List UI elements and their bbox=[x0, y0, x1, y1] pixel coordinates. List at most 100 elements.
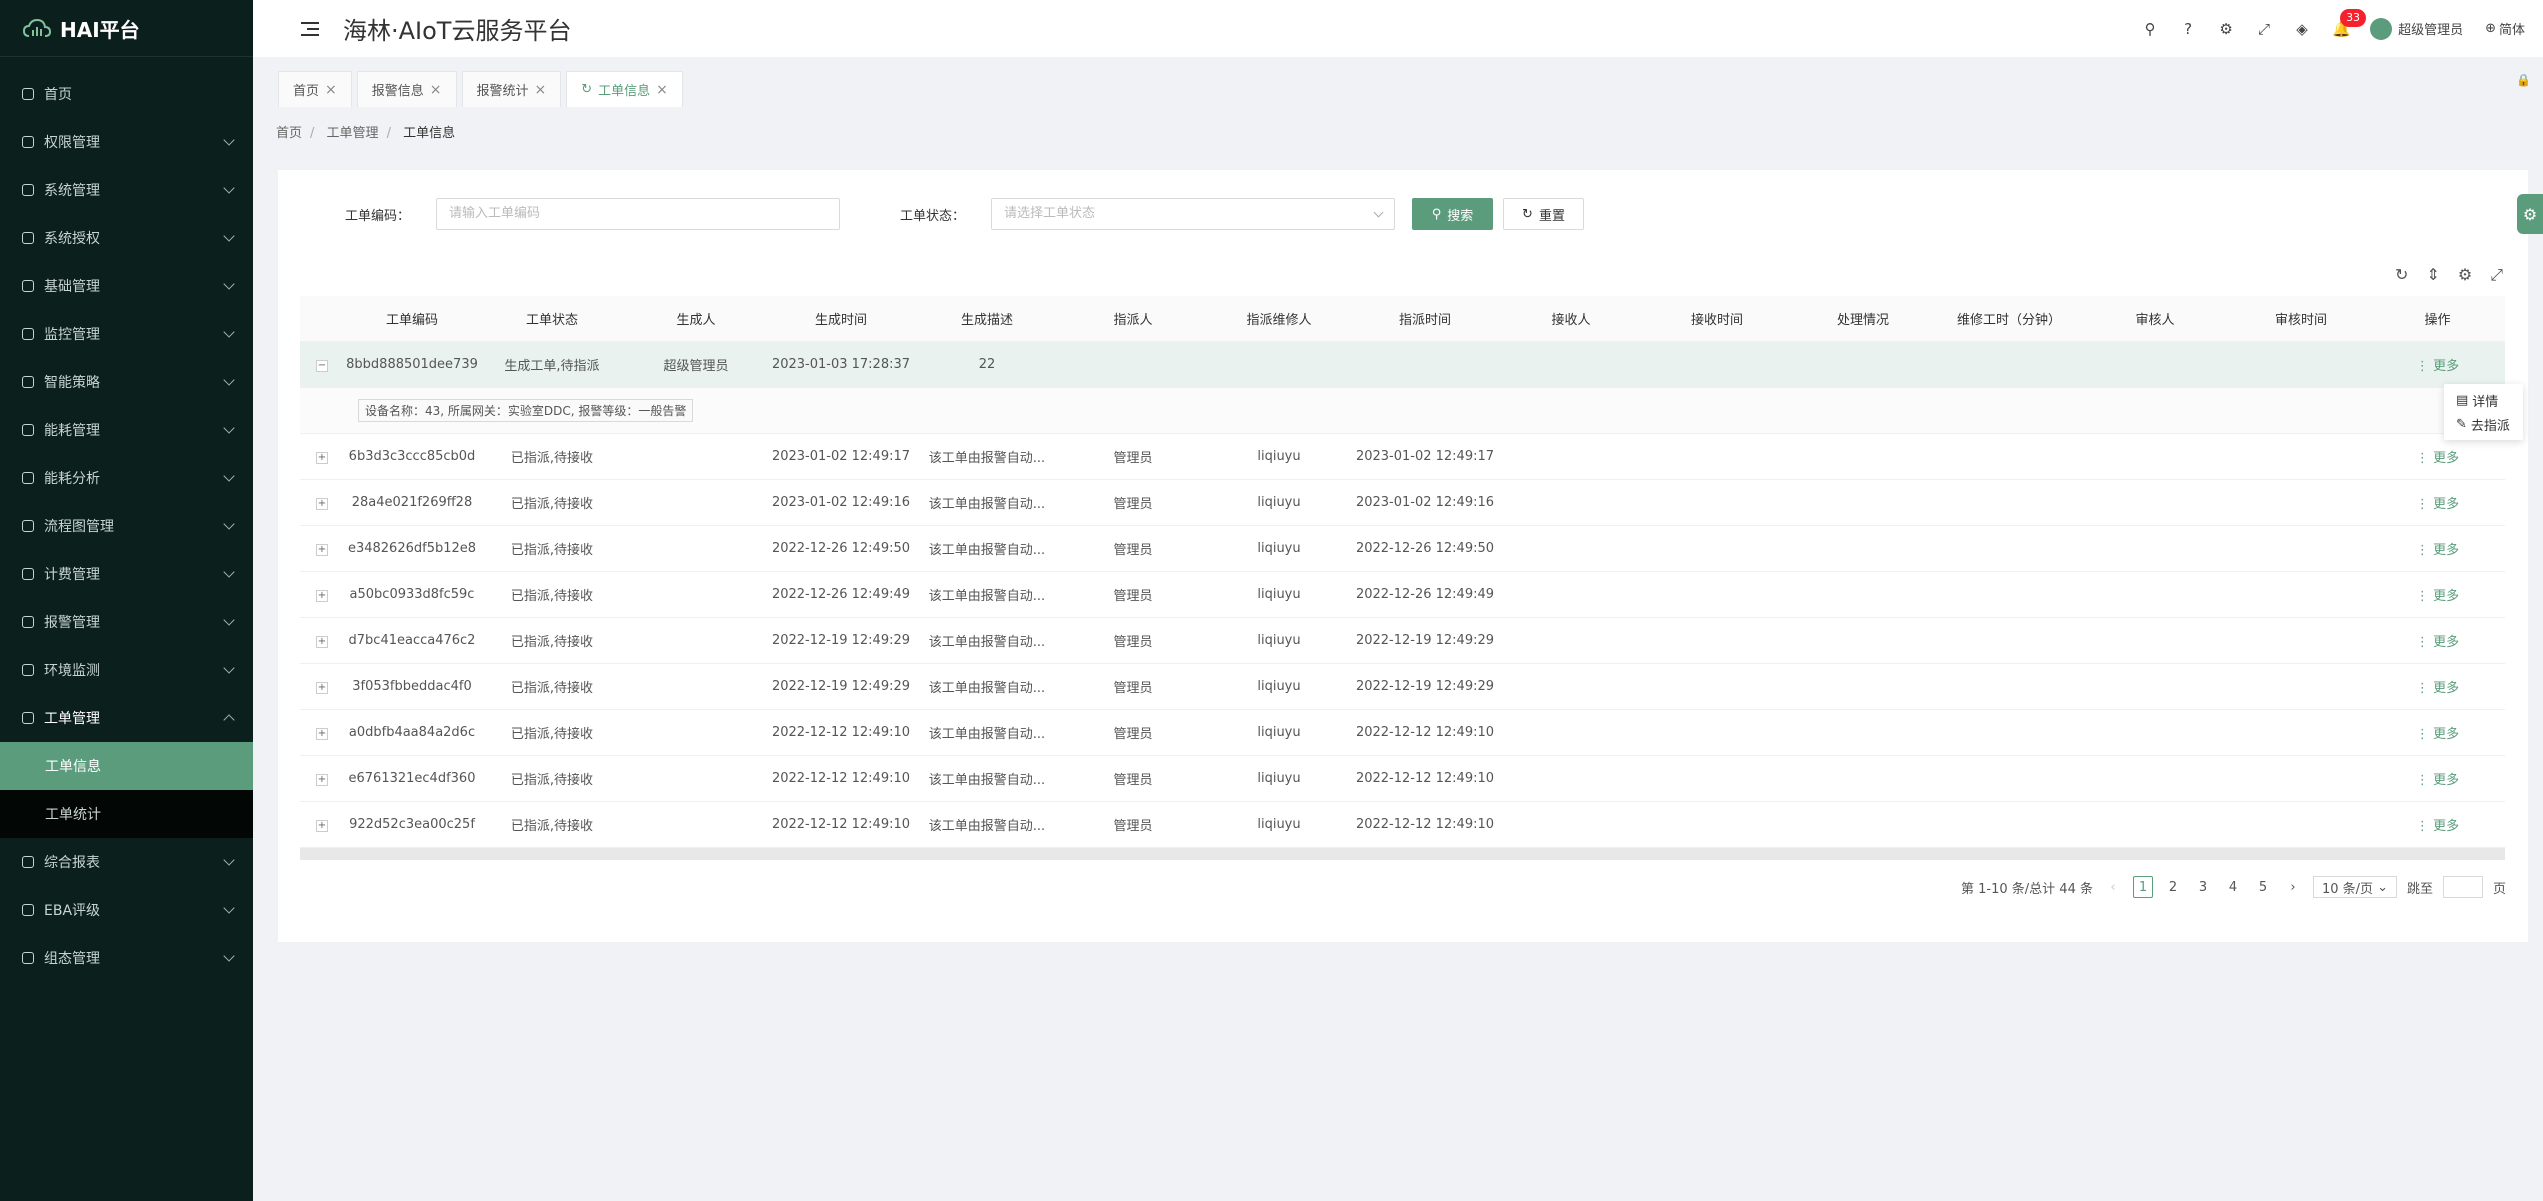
menu-fold-icon[interactable] bbox=[301, 21, 323, 37]
cell-assign_time: 2022-12-12 12:49:10 bbox=[1355, 771, 1495, 786]
table-row[interactable]: + e3482626df5b12e8 已指派,待接收 2022-12-26 12:49… bbox=[300, 526, 2505, 572]
more-button[interactable]: ⋮ 更多 bbox=[2374, 677, 2501, 696]
more-button[interactable]: ⋮ 更多 bbox=[2374, 493, 2501, 512]
table-row[interactable]: + d7bc41eacca476c2 已指派,待接收 2022-12-19 12:49… bbox=[300, 618, 2505, 664]
jump-input[interactable] bbox=[2442, 876, 2483, 898]
more-button[interactable]: ⋮ 更多 bbox=[2374, 539, 2501, 558]
more-button[interactable]: ⋮ 更多 bbox=[2374, 723, 2501, 742]
tab-home[interactable]: 首页 × bbox=[278, 71, 352, 107]
sidebar-subitem-1[interactable]: 工单统计 bbox=[0, 790, 253, 838]
cell-repairer: liqiuyu bbox=[1257, 771, 1301, 786]
tab-work-order-info[interactable]: ↻ 工单信息 × bbox=[566, 71, 683, 107]
sidebar-item-2[interactable]: 系统管理 bbox=[0, 166, 253, 214]
user-menu[interactable]: 超级管理员 bbox=[2370, 17, 2463, 40]
sidebar-item-label: 工单管理 bbox=[44, 711, 100, 727]
expand-icon[interactable]: + bbox=[316, 773, 328, 786]
page-2[interactable]: 2 bbox=[2163, 876, 2183, 898]
expand-icon[interactable]: + bbox=[316, 451, 328, 464]
next-page-icon[interactable]: › bbox=[2283, 876, 2303, 898]
page-3[interactable]: 3 bbox=[2193, 876, 2213, 898]
expand-icon[interactable]: + bbox=[316, 497, 328, 510]
table-row[interactable]: +6b3d3c3ccc85cb0d 已指派,待接收 2023-01-02 12:49… bbox=[300, 434, 2505, 480]
logo[interactable]: HAI平台 bbox=[0, 0, 253, 57]
table-row[interactable]: + a0dbfb4aa84a2d6c 已指派,待接收 2022-12-12 12:49… bbox=[300, 710, 2505, 756]
search-button[interactable]: ⚲ 搜索 bbox=[1412, 198, 1493, 230]
fullscreen-icon[interactable]: ⤢ bbox=[2256, 21, 2272, 37]
tab-alarm-stats[interactable]: 报警统计 × bbox=[461, 71, 562, 107]
collapse-icon[interactable]: − bbox=[316, 359, 328, 372]
expand-icon[interactable]: + bbox=[316, 543, 328, 556]
table-row[interactable]: +922d52c3ea00c25f 已指派,待接收 2022-12-12 12:49… bbox=[300, 802, 2505, 848]
dropdown-assign[interactable]: ✎ 去指派 bbox=[2444, 412, 2523, 436]
page-1[interactable]: 1 bbox=[2133, 876, 2153, 898]
code-input[interactable]: 请输入工单编码 bbox=[436, 198, 840, 230]
settings-icon[interactable]: ⚙ bbox=[2218, 21, 2234, 37]
prev-page-icon[interactable]: ‹ bbox=[2103, 876, 2123, 898]
expand-icon[interactable]: + bbox=[316, 681, 328, 694]
sidebar-item-11[interactable]: 报警管理 bbox=[0, 598, 253, 646]
expand-icon[interactable]: + bbox=[316, 589, 328, 602]
bell-icon[interactable]: 🔔 33 bbox=[2332, 8, 2367, 37]
reload-icon[interactable]: ↻ bbox=[2395, 265, 2408, 285]
sidebar-item-9[interactable]: 流程图管理 bbox=[0, 502, 253, 550]
table-row[interactable]: + a50bc0933d8fc59c 已指派,待接收 2022-12-26 12:49… bbox=[300, 572, 2505, 618]
sidebar-after-item-0[interactable]: 综合报表 bbox=[0, 838, 253, 886]
sidebar-item-6[interactable]: 智能策略 bbox=[0, 358, 253, 406]
breadcrumb-home[interactable]: 首页 bbox=[276, 126, 302, 141]
sidebar-item-4[interactable]: 基础管理 bbox=[0, 262, 253, 310]
help-icon[interactable]: ? bbox=[2180, 21, 2196, 37]
more-button[interactable]: ⋮ 更多 bbox=[2374, 585, 2501, 604]
more-button[interactable]: ⋮ 更多 bbox=[2374, 815, 2501, 834]
sidebar-item-12[interactable]: 环境监测 bbox=[0, 646, 253, 694]
sidebar-item-3[interactable]: 系统授权 bbox=[0, 214, 253, 262]
expand-icon[interactable]: + bbox=[316, 727, 328, 740]
search-icon[interactable]: ⚲ bbox=[2142, 21, 2158, 37]
floating-settings-button[interactable]: ⚙ bbox=[2517, 194, 2543, 234]
expand-icon[interactable]: + bbox=[316, 635, 328, 648]
more-button[interactable]: ⋮ 更多 bbox=[2374, 769, 2501, 788]
tab-alarm-info[interactable]: 报警信息 × bbox=[356, 71, 457, 107]
refresh-icon[interactable]: ↻ bbox=[581, 82, 592, 97]
dropdown-detail[interactable]: ▤ 详情 bbox=[2444, 388, 2523, 412]
status-select[interactable]: 请选择工单状态 bbox=[991, 198, 1395, 230]
cell-time: 2022-12-19 12:49:29 bbox=[771, 679, 911, 694]
more-button[interactable]: ⋮ 更多 bbox=[2374, 447, 2501, 466]
lock-icon[interactable]: 🔒 bbox=[2516, 73, 2531, 87]
reset-button[interactable]: ↻ 重置 bbox=[1503, 198, 1584, 230]
chevron-down-icon bbox=[223, 470, 235, 482]
page-4[interactable]: 4 bbox=[2223, 876, 2243, 898]
horizontal-scrollbar[interactable] bbox=[300, 848, 2505, 860]
expand-icon[interactable]: + bbox=[316, 819, 328, 832]
close-icon[interactable]: × bbox=[656, 82, 668, 98]
more-button[interactable]: ⋮ 更多 bbox=[2374, 355, 2501, 374]
page-5[interactable]: 5 bbox=[2253, 876, 2273, 898]
fullscreen-icon[interactable]: ⤢ bbox=[2490, 265, 2503, 285]
sidebar-subitem-0[interactable]: 工单信息 bbox=[0, 742, 253, 790]
close-icon[interactable]: × bbox=[535, 82, 547, 98]
sidebar-item-1[interactable]: 权限管理 bbox=[0, 118, 253, 166]
sidebar-item-5[interactable]: 监控管理 bbox=[0, 310, 253, 358]
header-toolbar: ⚲ ? ⚙ ⤢ ◈ 🔔 33 超级管理员 ⊕ 简体 bbox=[2142, 8, 2543, 40]
sidebar-item-0[interactable]: 首页 bbox=[0, 70, 253, 118]
page-size-select[interactable]: 10 条/页 ⌄ bbox=[2313, 876, 2397, 898]
column-header: 审核人 bbox=[2135, 313, 2175, 328]
more-button[interactable]: ⋮ 更多 bbox=[2374, 631, 2501, 650]
sidebar-item-7[interactable]: 能耗管理 bbox=[0, 406, 253, 454]
close-icon[interactable]: × bbox=[430, 82, 442, 98]
sidebar-after-item-1[interactable]: EBA评级 bbox=[0, 886, 253, 934]
sidebar-item-13[interactable]: 工单管理 bbox=[0, 694, 253, 742]
theme-icon[interactable]: ◈ bbox=[2294, 21, 2310, 37]
sidebar-after-item-2[interactable]: 组态管理 bbox=[0, 934, 253, 982]
breadcrumb-module[interactable]: 工单管理 bbox=[327, 126, 379, 141]
sidebar-item-10[interactable]: 计费管理 bbox=[0, 550, 253, 598]
table-row[interactable]: +3f053fbbeddac4f0 已指派,待接收 2022-12-19 12:49… bbox=[300, 664, 2505, 710]
column-settings-icon[interactable]: ⚙ bbox=[2458, 265, 2472, 285]
sidebar-item-8[interactable]: 能耗分析 bbox=[0, 454, 253, 502]
close-icon[interactable]: × bbox=[325, 82, 337, 98]
table-row[interactable]: − 8bbd888501dee739 生成工单,待指派 超级管理员 2023-01-03… bbox=[300, 342, 2505, 388]
column-header: 工单状态 bbox=[525, 313, 578, 328]
table-row[interactable]: +28a4e021f269ff28 已指派,待接收 2023-01-02 12:49… bbox=[300, 480, 2505, 526]
table-row[interactable]: + e6761321ec4df360 已指派,待接收 2022-12-12 12:49… bbox=[300, 756, 2505, 802]
language-switch[interactable]: ⊕ 简体 bbox=[2485, 19, 2525, 38]
density-icon[interactable]: ⇕ bbox=[2426, 265, 2439, 285]
